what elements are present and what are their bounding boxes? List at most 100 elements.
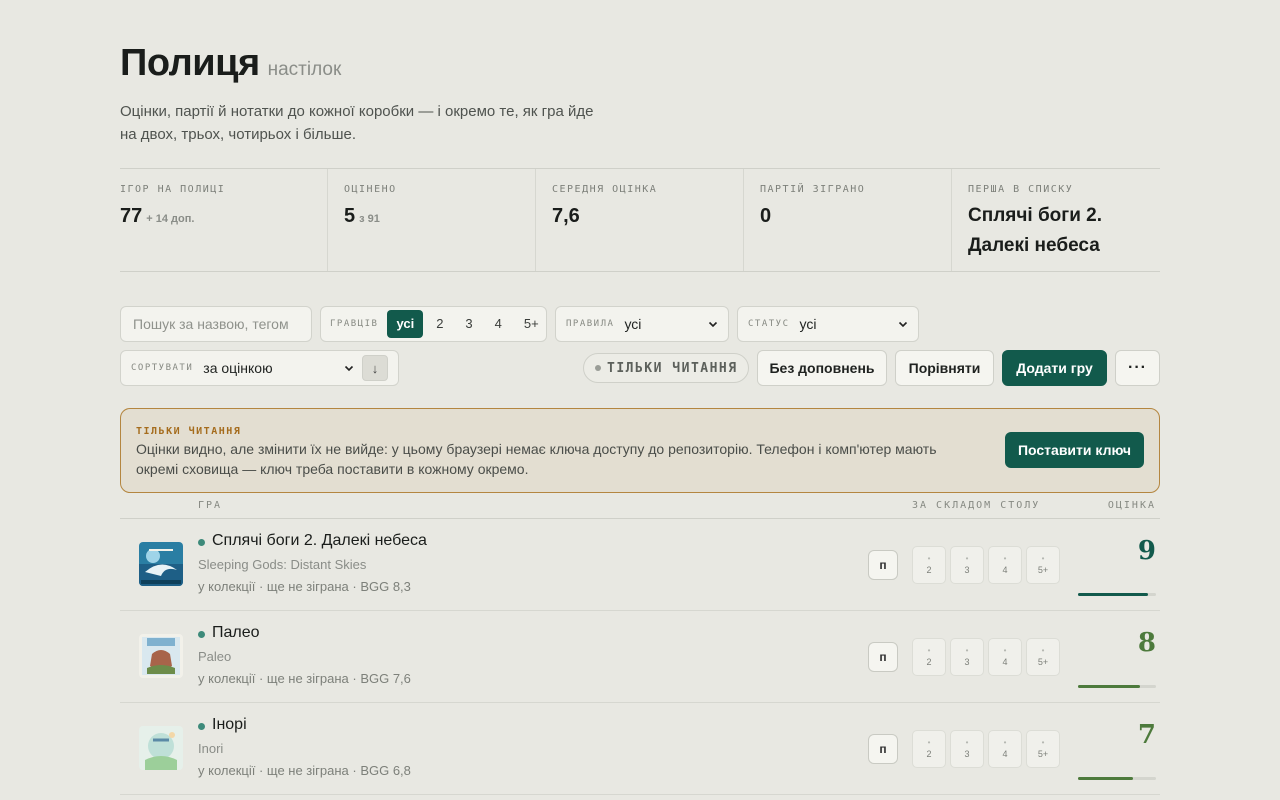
player-count-4[interactable]: • 4 [988, 546, 1022, 584]
player-count-4[interactable]: • 4 [988, 638, 1022, 676]
table-row[interactable]: Сплячі боги 2. Далекі небеса Sleeping Go… [120, 519, 1160, 611]
status-dot-icon [198, 723, 205, 730]
player-count-4[interactable]: • 4 [988, 730, 1022, 768]
game-name[interactable]: Інорі [212, 716, 247, 734]
readonly-chip-label: ТІЛЬКИ ЧИТАННЯ [607, 360, 738, 376]
more-menu-button[interactable]: ··· [1115, 350, 1160, 386]
paleo-cover [139, 634, 183, 678]
rules-value: усі [624, 316, 642, 332]
player-count-5plus[interactable]: • 5+ [1026, 638, 1060, 676]
score-bar [1078, 593, 1156, 596]
sort-direction-button[interactable]: ↓ [362, 355, 388, 381]
players-label: ГРАВЦІВ [330, 319, 379, 329]
players-option-5plus[interactable]: 5+ [515, 310, 548, 338]
col-score-header[interactable]: ОЦІНКА [1108, 500, 1156, 511]
rules-p-button[interactable]: п [868, 734, 898, 764]
rules-p-button[interactable]: п [868, 642, 898, 672]
player-count-3[interactable]: • 3 [950, 730, 984, 768]
chevron-down-icon [344, 365, 354, 372]
player-count-3[interactable]: • 3 [950, 546, 984, 584]
stat-value: Сплячі боги 2. Далекі небеса [968, 205, 1103, 256]
rules-label: ПРАВИЛА [566, 319, 615, 329]
players-option-4[interactable]: 4 [486, 310, 511, 338]
add-game-button[interactable]: Додати гру [1002, 350, 1107, 386]
page-title: Полиця [120, 42, 260, 84]
compare-button[interactable]: Порівняти [895, 350, 994, 386]
stat-games: ІГОР НА ПОЛИЦІ 77 + 14 доп. [120, 169, 328, 271]
readonly-banner: ТІЛЬКИ ЧИТАННЯ Оцінки видно, але змінити… [120, 408, 1160, 493]
game-name[interactable]: Сплячі боги 2. Далекі небеса [212, 532, 427, 550]
table-row[interactable]: Палео Paleo у колекції · ще не зіграна ·… [120, 611, 1160, 703]
stat-label: ІГОР НА ПОЛИЦІ [120, 184, 226, 195]
player-count-5plus[interactable]: • 5+ [1026, 546, 1060, 584]
page-header: Полиця настілок [120, 42, 341, 85]
players-filter: ГРАВЦІВ усі 2 3 4 5+ [320, 306, 547, 342]
game-original-name: Sleeping Gods: Distant Skies [198, 557, 367, 572]
set-key-button[interactable]: Поставити ключ [1005, 432, 1144, 468]
inori-cover [139, 726, 183, 770]
sleeping-gods-cover [139, 542, 183, 586]
game-original-name: Paleo [198, 649, 232, 664]
players-option-all[interactable]: усі [387, 310, 424, 338]
stat-average: СЕРЕДНЯ ОЦІНКА 7,6 [536, 169, 744, 271]
table-row[interactable]: Інорі Inori у колекції · ще не зіграна ·… [120, 703, 1160, 795]
stat-first: ПЕРША В СПИСКУ Сплячі боги 2. Далекі неб… [952, 169, 1160, 271]
rules-p-button[interactable]: п [868, 550, 898, 580]
score-bar-fill [1078, 777, 1133, 780]
game-meta: у колекції · ще не зіграна · BGG 8,3 [198, 579, 411, 594]
chevron-down-icon [898, 321, 908, 328]
search-input[interactable] [133, 316, 303, 332]
stat-value: 7,6 [552, 205, 580, 227]
score-value[interactable]: 7 [1138, 720, 1156, 750]
score-bar [1078, 777, 1156, 780]
rules-select[interactable]: ПРАВИЛА усі [555, 306, 729, 342]
status-value: усі [799, 316, 817, 332]
score-bar-fill [1078, 685, 1141, 688]
page-subtitle: настілок [267, 59, 342, 80]
score-value[interactable]: 9 [1138, 536, 1156, 566]
status-select[interactable]: СТАТУС усі [737, 306, 919, 342]
stat-label: ПАРТІЙ ЗІГРАНО [760, 184, 866, 195]
stat-label: ОЦІНЕНО [344, 184, 397, 195]
table-header: ГРА ЗА СКЛАДОМ СТОЛУ ОЦІНКА [120, 497, 1160, 519]
intro-text: Оцінки, партії й нотатки до кожної короб… [120, 103, 594, 143]
game-original-name: Inori [198, 741, 224, 756]
stat-value: 5з 91 [344, 205, 380, 227]
player-count-3[interactable]: • 3 [950, 638, 984, 676]
score-value[interactable]: 8 [1138, 628, 1156, 658]
readonly-chip[interactable]: ТІЛЬКИ ЧИТАННЯ [583, 353, 749, 383]
col-table-header: ЗА СКЛАДОМ СТОЛУ [912, 500, 1041, 511]
stat-value: 77 + 14 доп. [120, 205, 195, 227]
stat-rated: ОЦІНЕНО 5з 91 [328, 169, 536, 271]
stat-sub: з 91 [359, 213, 380, 225]
sort-label: СОРТУВАТИ [131, 363, 194, 373]
score-bar [1078, 685, 1156, 688]
banner-title: ТІЛЬКИ ЧИТАННЯ [136, 426, 242, 437]
player-count-2[interactable]: • 2 [912, 546, 946, 584]
game-name[interactable]: Палео [212, 624, 260, 642]
stats-strip: ІГОР НА ПОЛИЦІ 77 + 14 доп. ОЦІНЕНО 5з 91… [120, 168, 1160, 272]
player-count-2[interactable]: • 2 [912, 638, 946, 676]
stat-sub: + 14 доп. [146, 213, 195, 225]
banner-text: Оцінки видно, але змінити їх не вийде: у… [136, 441, 937, 477]
players-option-3[interactable]: 3 [456, 310, 481, 338]
game-meta: у колекції · ще не зіграна · BGG 7,6 [198, 671, 411, 686]
stat-value: 0 [760, 205, 772, 227]
sort-value: за оцінкою [203, 360, 273, 376]
chevron-down-icon [708, 321, 718, 328]
no-expansions-button[interactable]: Без доповнень [757, 350, 887, 386]
players-option-2[interactable]: 2 [427, 310, 452, 338]
stat-plays: ПАРТІЙ ЗІГРАНО 0 [744, 169, 952, 271]
score-bar-fill [1078, 593, 1149, 596]
status-label: СТАТУС [748, 319, 790, 329]
status-dot-icon [198, 539, 205, 546]
sort-select[interactable]: СОРТУВАТИ за оцінкою ↓ [120, 350, 399, 386]
col-game-header[interactable]: ГРА [198, 500, 222, 511]
search-box[interactable] [120, 306, 312, 342]
stat-label: ПЕРША В СПИСКУ [968, 184, 1074, 195]
status-dot-icon [198, 631, 205, 638]
status-dot-icon [595, 365, 601, 371]
player-count-2[interactable]: • 2 [912, 730, 946, 768]
player-count-5plus[interactable]: • 5+ [1026, 730, 1060, 768]
game-meta: у колекції · ще не зіграна · BGG 6,8 [198, 763, 411, 778]
